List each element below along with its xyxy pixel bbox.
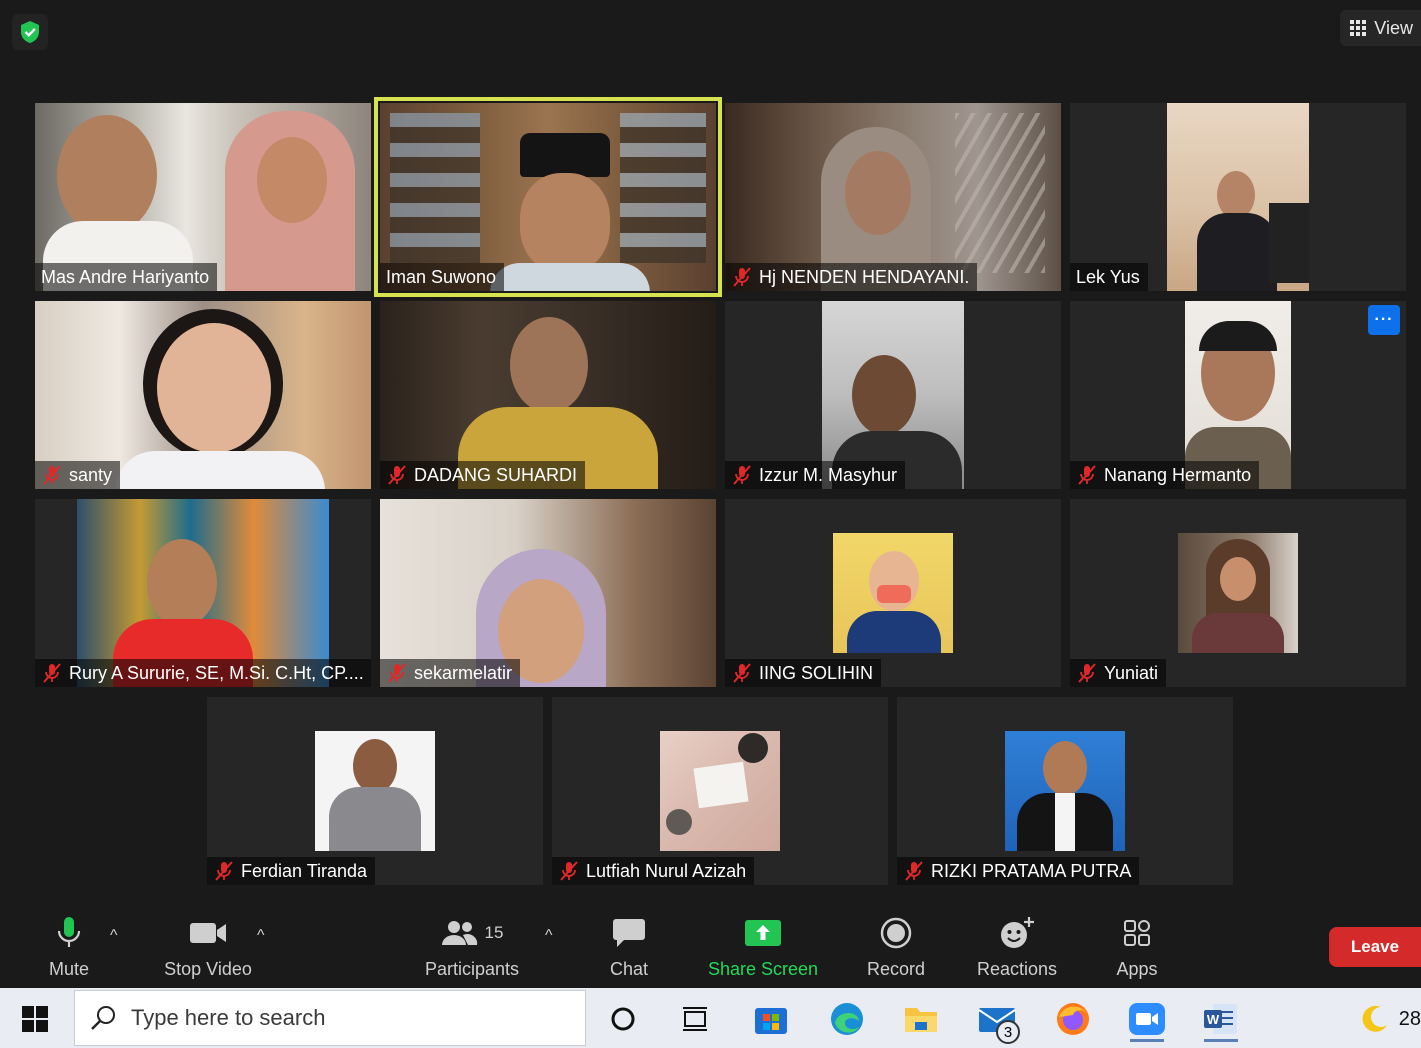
participant-name-tag: Nanang Hermanto <box>1070 461 1260 489</box>
mic-muted-icon <box>1078 663 1096 683</box>
leave-button[interactable]: Leave <box>1329 927 1421 967</box>
participants-icon <box>441 921 477 945</box>
participant-profile-picture <box>660 731 780 851</box>
participant-name-tag: Iman Suwono <box>380 263 505 291</box>
video-options-caret[interactable]: ^ <box>257 927 265 945</box>
participant-profile-picture <box>833 533 953 653</box>
meeting-toolbar: Mute ^ Stop Video ^ 15 Participants ^ Ch… <box>0 905 1421 988</box>
participants-count: 15 <box>484 923 504 942</box>
participant-name-tag: santy <box>35 461 121 489</box>
mic-muted-icon <box>733 465 751 485</box>
mail-icon[interactable]: 3 <box>974 996 1020 1044</box>
windows-start-icon[interactable] <box>22 1006 48 1037</box>
cortana-icon[interactable] <box>600 996 646 1042</box>
file-explorer-icon[interactable] <box>898 996 944 1042</box>
participant-name-tag: Rury A Sururie, SE, M.Si. C.Ht, CP.... <box>35 659 371 687</box>
taskbar-clock[interactable]: 28 <box>1399 1008 1421 1031</box>
apps-button[interactable]: Apps <box>1112 905 1162 988</box>
participant-name-tag: Yuniati <box>1070 659 1167 687</box>
smiley-add-icon <box>999 905 1035 961</box>
participant-tile[interactable]: sekarmelatir <box>380 499 716 687</box>
task-view-icon[interactable] <box>672 996 718 1042</box>
active-app-indicator <box>1204 1039 1238 1042</box>
svg-text:W: W <box>1207 1012 1220 1027</box>
mic-muted-icon <box>733 267 751 287</box>
audio-options-caret[interactable]: ^ <box>110 927 118 945</box>
participant-tile[interactable]: santy <box>35 301 371 489</box>
windows-taskbar: Type here to search 3 W 28 <box>0 988 1421 1048</box>
stop-video-button[interactable]: Stop Video <box>156 905 260 988</box>
mic-muted-icon <box>388 465 406 485</box>
participants-button[interactable]: 15 Participants <box>420 905 524 988</box>
participant-name-tag: Mas Andre Hariyanto <box>35 263 218 291</box>
shield-check-icon[interactable] <box>12 14 48 50</box>
participant-name-tag: Izzur M. Masyhur <box>725 461 906 489</box>
mic-muted-icon <box>43 663 61 683</box>
participant-name-tag: Ferdian Tiranda <box>207 857 376 885</box>
video-camera-icon <box>189 905 227 961</box>
mic-muted-icon <box>43 465 61 485</box>
participant-profile-picture <box>1005 731 1125 851</box>
mic-muted-icon <box>560 861 578 881</box>
participant-tile[interactable]: ··· Nanang Hermanto <box>1070 301 1406 489</box>
view-label: View <box>1374 17 1413 38</box>
chat-button[interactable]: Chat <box>602 905 656 988</box>
record-button[interactable]: Record <box>862 905 930 988</box>
participant-tile[interactable]: RIZKI PRATAMA PUTRA <box>897 697 1233 885</box>
share-screen-icon <box>744 905 782 961</box>
more-options-button[interactable]: ··· <box>1368 305 1400 335</box>
participant-video <box>1167 103 1309 291</box>
participant-name-tag: RIZKI PRATAMA PUTRA <box>897 857 1140 885</box>
participant-tile[interactable]: Hj NENDEN HENDAYANI. <box>725 103 1061 291</box>
participant-tile[interactable]: Lutfiah Nurul Azizah <box>552 697 888 885</box>
participant-name-tag: sekarmelatir <box>380 659 521 687</box>
participant-tile[interactable]: Yuniati <box>1070 499 1406 687</box>
participant-name-tag: Lek Yus <box>1070 263 1148 291</box>
search-placeholder: Type here to search <box>131 1005 326 1030</box>
participants-options-caret[interactable]: ^ <box>545 927 553 945</box>
participant-tile[interactable]: DADANG SUHARDI <box>380 301 716 489</box>
participant-tile-active-speaker[interactable]: Iman Suwono <box>374 97 722 297</box>
participant-profile-picture <box>1178 533 1298 653</box>
reactions-button[interactable]: Reactions <box>974 905 1060 988</box>
edge-browser-icon[interactable] <box>824 996 870 1042</box>
zoom-meeting-window: View Mas Andre Hariyanto Iman Suwono Hj … <box>0 0 1421 1048</box>
mic-muted-icon <box>215 861 233 881</box>
mic-muted-icon <box>388 663 406 683</box>
participant-profile-picture <box>315 731 435 851</box>
mic-muted-icon <box>733 663 751 683</box>
participant-tile[interactable]: IING SOLIHIN <box>725 499 1061 687</box>
grid-view-icon <box>1350 20 1367 36</box>
view-button[interactable]: View <box>1340 10 1421 46</box>
mic-muted-icon <box>905 861 923 881</box>
participants-icon-wrap: 15 <box>441 905 504 961</box>
participant-tile[interactable]: Rury A Sururie, SE, M.Si. C.Ht, CP.... <box>35 499 371 687</box>
chat-bubble-icon <box>612 905 646 961</box>
participant-name-tag: Hj NENDEN HENDAYANI. <box>725 263 978 291</box>
participant-name-tag: Lutfiah Nurul Azizah <box>552 857 755 885</box>
participant-tile[interactable]: Mas Andre Hariyanto <box>35 103 371 291</box>
microphone-icon <box>56 905 82 961</box>
taskbar-search-box[interactable]: Type here to search <box>74 990 586 1046</box>
participant-tile[interactable]: Izzur M. Masyhur <box>725 301 1061 489</box>
mute-button[interactable]: Mute <box>36 905 102 988</box>
weather-moon-icon[interactable] <box>1352 996 1398 1042</box>
participant-name-tag: DADANG SUHARDI <box>380 461 586 489</box>
microsoft-store-icon[interactable] <box>748 996 794 1042</box>
participant-tile[interactable]: Ferdian Tiranda <box>207 697 543 885</box>
word-icon[interactable]: W <box>1198 996 1244 1042</box>
participant-tile[interactable]: Lek Yus <box>1070 103 1406 291</box>
active-app-indicator <box>1130 1039 1164 1042</box>
search-icon <box>91 1006 115 1030</box>
share-screen-button[interactable]: Share Screen <box>706 905 820 988</box>
record-icon <box>880 905 912 961</box>
mail-badge: 3 <box>996 1020 1020 1044</box>
firefox-icon[interactable] <box>1050 996 1096 1042</box>
mic-muted-icon <box>1078 465 1096 485</box>
apps-icon <box>1123 905 1151 961</box>
participant-name-tag: IING SOLIHIN <box>725 659 882 687</box>
zoom-app-icon[interactable] <box>1124 996 1170 1042</box>
